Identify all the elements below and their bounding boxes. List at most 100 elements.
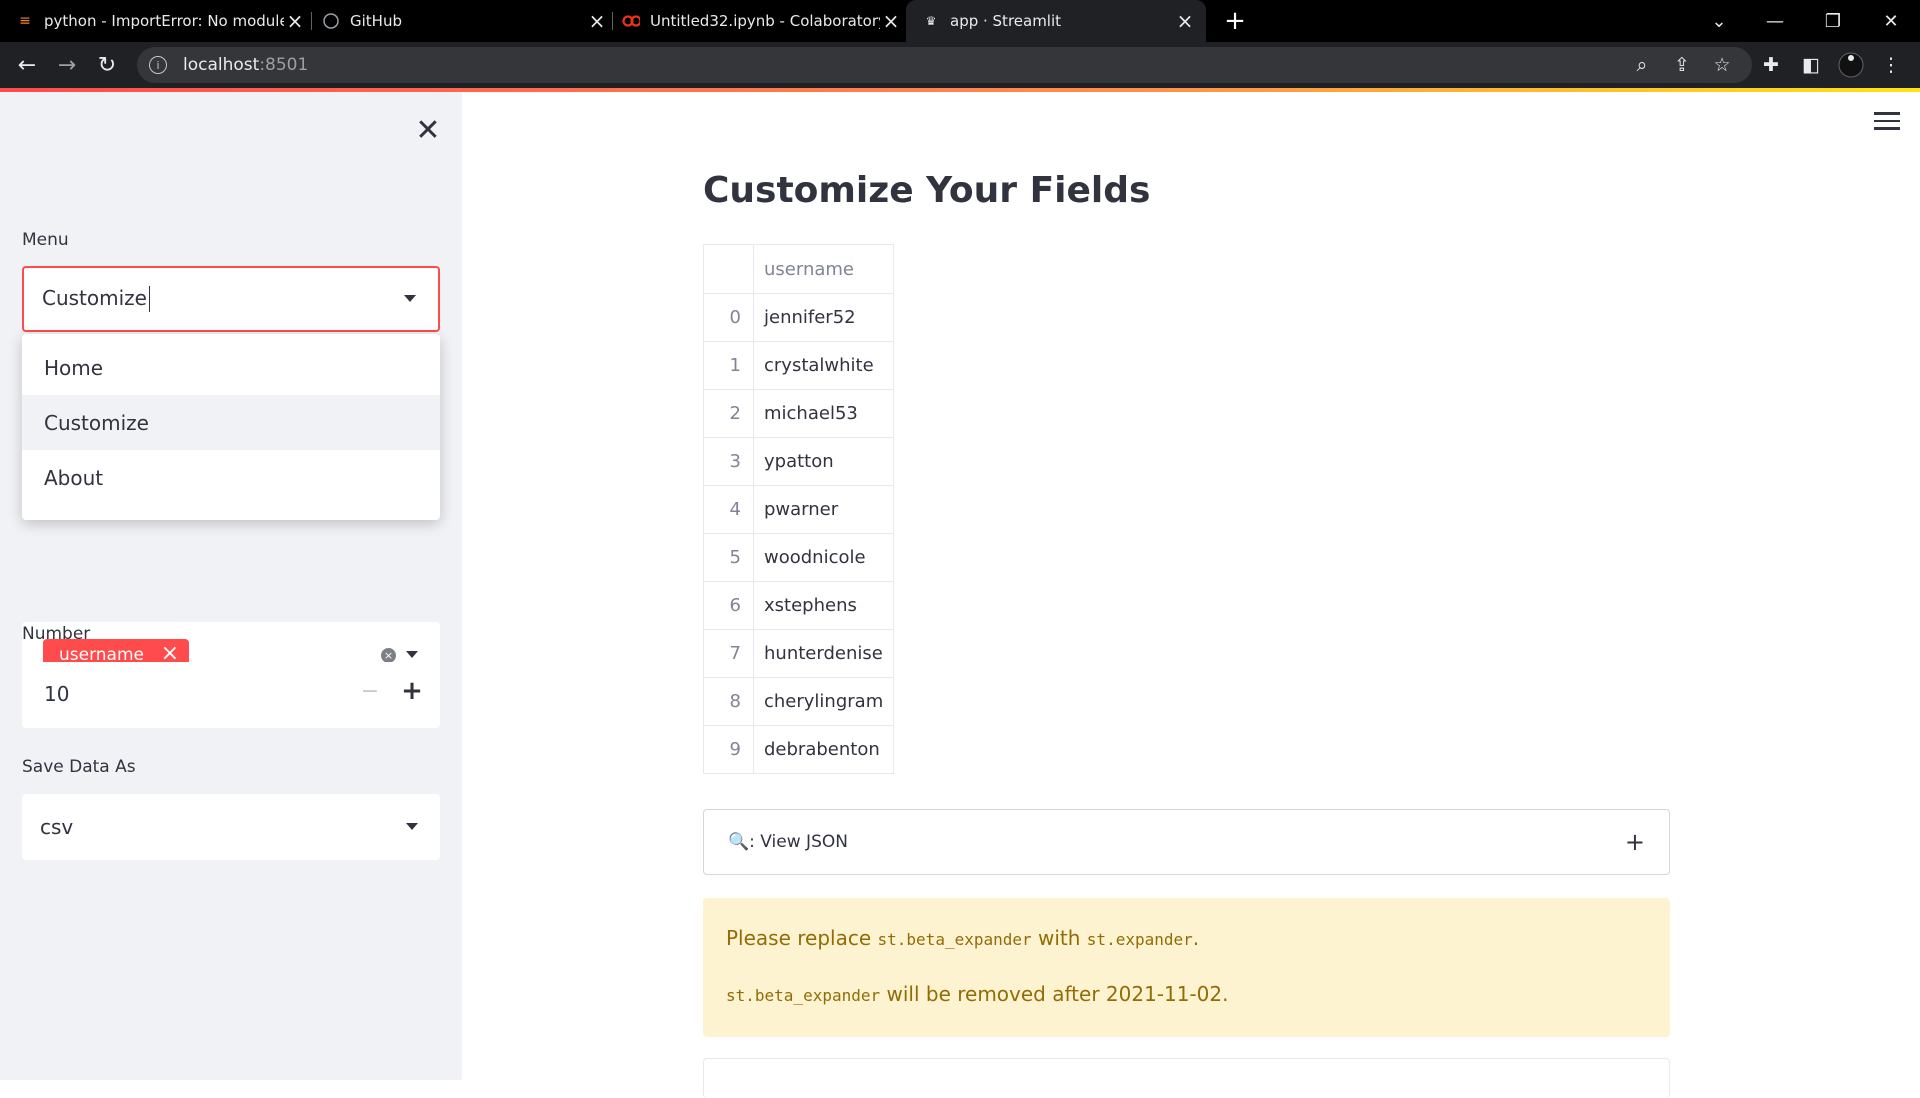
table-cell: cherylingram <box>752 677 895 726</box>
row-index: 8 <box>703 677 754 726</box>
address-bar[interactable]: i localhost:8501 <box>137 47 1752 83</box>
save-format-selectbox[interactable]: csv <box>22 794 440 860</box>
forward-arrow-icon[interactable]: → <box>52 50 82 80</box>
share-icon[interactable]: ⇪ <box>1667 50 1697 80</box>
close-window-button[interactable]: ✕ <box>1862 0 1920 42</box>
page-title: Customize Your Fields <box>703 170 1151 211</box>
profile-avatar[interactable] <box>1836 50 1866 80</box>
table-cell: woodnicole <box>752 533 895 582</box>
dataframe-table: username 0 jennifer52 1 crystalwhite 2 mich… <box>703 244 895 774</box>
number-input[interactable]: 10 − + <box>22 662 440 728</box>
tab-title: app · Streamlit <box>950 12 1062 30</box>
table-cell: michael53 <box>752 389 895 438</box>
save-format-value: csv <box>40 815 74 839</box>
warning-line-2: st.beta_expander will be removed after 2… <box>726 982 1229 1006</box>
table-row: 8 cherylingram <box>703 677 895 726</box>
browser-toolbar: ← → ↻ i localhost:8501 ⌕ ⇪ ☆ ✚ ◧ ⋮ <box>0 42 1920 88</box>
row-index: 9 <box>703 725 754 774</box>
number-label: Number <box>22 624 91 644</box>
back-arrow-icon[interactable]: ← <box>12 50 42 80</box>
tab-search-chevron-icon[interactable]: ⌄ <box>1690 0 1748 42</box>
side-panel-icon[interactable]: ◧ <box>1796 50 1826 80</box>
deprecation-warning: Please replace st.beta_expander with st.… <box>703 898 1670 1037</box>
minimize-window-button[interactable]: — <box>1746 0 1804 42</box>
menu-option-customize[interactable]: Customize <box>22 395 440 450</box>
github-icon <box>322 12 340 30</box>
new-tab-button[interactable]: + <box>1220 6 1250 36</box>
close-tab-icon[interactable]: × <box>284 9 306 33</box>
menu-selected-value: Customize <box>42 286 151 313</box>
table-row: 9 debrabenton <box>703 725 895 774</box>
table-row: 3 ypatton <box>703 437 895 486</box>
menu-option-home[interactable]: Home <box>22 340 440 395</box>
url-text: localhost:8501 <box>183 55 309 75</box>
table-row: 7 hunterdenise <box>703 629 895 678</box>
next-content-block <box>703 1058 1670 1098</box>
extensions-puzzle-icon[interactable]: ✚ <box>1756 50 1786 80</box>
table-cell: jennifer52 <box>752 293 895 342</box>
menu-option-about[interactable]: About <box>22 450 440 505</box>
expander-label: 🔍: View JSON <box>728 832 848 852</box>
tab-divider <box>612 12 613 30</box>
browser-tab-stackoverflow[interactable]: ≡ python - ImportError: No module × <box>16 0 306 42</box>
index-header <box>703 244 754 294</box>
row-index: 4 <box>703 485 754 534</box>
browser-tab-strip: ≡ python - ImportError: No module × GitH… <box>0 0 1920 42</box>
colab-icon <box>622 12 640 30</box>
row-index: 3 <box>703 437 754 486</box>
warning-line-1: Please replace st.beta_expander with st.… <box>726 926 1200 950</box>
menu-label: Menu <box>22 230 69 250</box>
menu-selectbox[interactable]: Customize <box>22 266 440 332</box>
number-value[interactable]: 10 <box>44 682 69 706</box>
row-index: 0 <box>703 293 754 342</box>
menu-dropdown-list: Home Customize About <box>22 334 440 520</box>
zoom-icon[interactable]: ⌕ <box>1627 50 1657 80</box>
chevron-down-icon <box>406 823 418 830</box>
increment-button[interactable]: + <box>382 676 442 706</box>
close-tab-icon[interactable]: × <box>1174 9 1196 33</box>
chevron-down-icon[interactable] <box>406 651 418 658</box>
row-index: 6 <box>703 581 754 630</box>
column-header-username[interactable]: username <box>752 244 895 294</box>
table-row: 0 jennifer52 <box>703 293 895 342</box>
tab-title: GitHub <box>350 12 402 30</box>
close-tab-icon[interactable]: × <box>586 9 608 33</box>
browser-tab-streamlit[interactable]: ♛ app · Streamlit × <box>906 0 1206 42</box>
table-row: 6 xstephens <box>703 581 895 630</box>
row-index: 5 <box>703 533 754 582</box>
tab-title: python - ImportError: No module <box>44 12 284 30</box>
browser-menu-icon[interactable]: ⋮ <box>1876 50 1906 80</box>
expand-plus-icon[interactable]: + <box>1625 828 1645 856</box>
row-index: 1 <box>703 341 754 390</box>
streamlit-icon: ♛ <box>925 14 937 28</box>
close-sidebar-icon[interactable]: ✕ <box>410 112 446 148</box>
table-cell: crystalwhite <box>752 341 895 390</box>
close-tab-icon[interactable]: × <box>880 9 902 33</box>
clear-all-icon[interactable]: × <box>381 648 396 663</box>
hamburger-menu-icon[interactable] <box>1874 112 1900 132</box>
table-cell: hunterdenise <box>752 629 895 678</box>
table-row: 1 crystalwhite <box>703 341 895 390</box>
tab-title: Untitled32.ipynb - Colaboratory <box>650 12 880 30</box>
table-cell: pwarner <box>752 485 895 534</box>
table-cell: debrabenton <box>752 725 895 774</box>
bookmark-star-icon[interactable]: ☆ <box>1707 50 1737 80</box>
site-info-icon[interactable]: i <box>149 56 167 74</box>
view-json-expander[interactable]: 🔍: View JSON + <box>703 809 1670 875</box>
stackoverflow-icon: ≡ <box>19 13 31 29</box>
save-data-label: Save Data As <box>22 757 136 777</box>
table-row: 5 woodnicole <box>703 533 895 582</box>
magnifier-icon: 🔍 <box>728 832 750 852</box>
tab-divider <box>311 12 312 30</box>
table-cell: ypatton <box>752 437 895 486</box>
restore-window-button[interactable]: ❐ <box>1804 0 1862 42</box>
browser-tab-github[interactable]: GitHub × <box>322 0 608 42</box>
chevron-down-icon <box>404 295 416 302</box>
table-cell: xstephens <box>752 581 895 630</box>
table-row: 2 michael53 <box>703 389 895 438</box>
sidebar: ✕ Menu Customize username × × Number 10 … <box>0 92 462 1080</box>
table-row: 4 pwarner <box>703 485 895 534</box>
browser-tab-colab[interactable]: Untitled32.ipynb - Colaboratory × <box>622 0 902 42</box>
reload-icon[interactable]: ↻ <box>92 50 122 80</box>
row-index: 2 <box>703 389 754 438</box>
